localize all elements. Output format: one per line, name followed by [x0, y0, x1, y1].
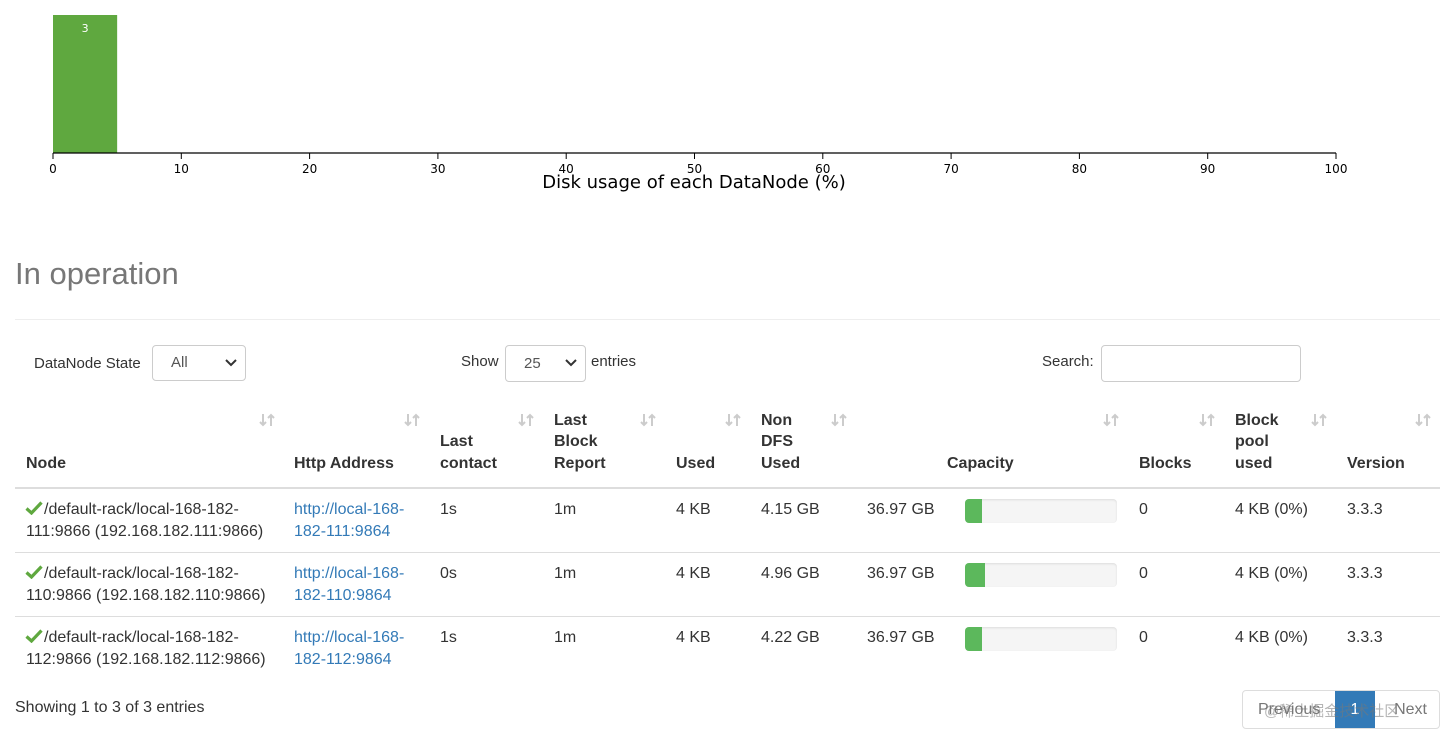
last-contact-value: 0s [440, 565, 457, 582]
histogram-bar [53, 15, 118, 153]
datanode-state-value: All [171, 354, 188, 371]
blocks-value: 0 [1139, 501, 1148, 518]
non-dfs-used-value: 4.96 GB [761, 565, 820, 582]
sort-icon[interactable] [725, 412, 741, 428]
page-length-value: 25 [524, 355, 541, 372]
entries-label: entries [591, 353, 637, 370]
sort-icon[interactable] [404, 412, 420, 428]
table-info: Showing 1 to 3 of 3 entries [15, 699, 205, 716]
sort-icon[interactable] [1311, 412, 1327, 428]
column-header-http-address[interactable]: Http Address [294, 408, 404, 480]
sort-icon[interactable] [1103, 412, 1119, 428]
column-header-non-dfs-used[interactable]: Non DFS Used [761, 408, 821, 480]
sort-icon[interactable] [259, 412, 275, 428]
histogram-bars: 3 [53, 15, 118, 153]
sort-icon[interactable] [518, 412, 534, 428]
x-axis-title: Disk usage of each DataNode (%) [542, 172, 845, 193]
capacity-progress-fill [965, 499, 982, 523]
blocks-value: 0 [1139, 629, 1148, 646]
last-block-report-value: 1m [554, 629, 577, 646]
sort-icon[interactable] [1199, 412, 1215, 428]
datanode-state-label: DataNode State [34, 355, 141, 372]
x-axis-tick-label: 20 [302, 162, 317, 176]
table-row-node: /default-rack/local-168-182- 111:9866 (1… [26, 501, 264, 540]
sort-icon[interactable] [640, 412, 656, 428]
chevron-down-icon [565, 359, 577, 367]
non-dfs-used-value: 4.15 GB [761, 501, 820, 518]
last-contact-value: 1s [440, 629, 457, 646]
capacity-progress-bar [965, 499, 1117, 523]
datanode-state-select[interactable]: All [152, 345, 246, 381]
block-pool-used-value: 4 KB (0%) [1235, 629, 1308, 646]
table-header-divider [15, 487, 1440, 489]
column-header-last-block-report[interactable]: Last Block Report [554, 408, 629, 480]
show-label: Show [461, 353, 499, 370]
histogram-bar-label: 3 [82, 22, 89, 35]
datanode-http-link[interactable]: http://local-168- 182-111:9864 [294, 499, 404, 543]
watermark: @稀土掘金技术社区 [1264, 703, 1400, 720]
column-header-blocks[interactable]: Blocks [1139, 408, 1199, 480]
search-input[interactable] [1101, 345, 1301, 382]
capacity-value: 36.97 GB [867, 565, 935, 582]
version-value: 3.3.3 [1347, 629, 1383, 646]
column-header-version[interactable]: Version [1347, 408, 1417, 480]
x-axis-tick-label: 0 [49, 162, 57, 176]
used-value: 4 KB [676, 501, 711, 518]
column-header-capacity[interactable]: Capacity [947, 408, 1047, 480]
capacity-value: 36.97 GB [867, 501, 935, 518]
x-axis-tick-label: 80 [1072, 162, 1087, 176]
last-block-report-value: 1m [554, 565, 577, 582]
last-contact-value: 1s [440, 501, 457, 518]
x-axis-tick-label: 100 [1325, 162, 1348, 176]
version-value: 3.3.3 [1347, 565, 1383, 582]
capacity-value: 36.97 GB [867, 629, 935, 646]
search-label: Search: [1042, 353, 1094, 370]
sort-icon[interactable] [831, 412, 847, 428]
capacity-progress-fill [965, 627, 982, 651]
capacity-progress-fill [965, 563, 985, 587]
block-pool-used-value: 4 KB (0%) [1235, 565, 1308, 582]
capacity-progress-bar [965, 627, 1117, 651]
capacity-progress-bar [965, 563, 1117, 587]
x-axis-tick-label: 90 [1200, 162, 1215, 176]
last-block-report-value: 1m [554, 501, 577, 518]
x-axis-tick-label: 10 [174, 162, 189, 176]
chevron-down-icon [225, 359, 237, 367]
column-header-block-pool-used[interactable]: Block pool used [1235, 408, 1295, 480]
row-divider [15, 552, 1440, 553]
used-value: 4 KB [676, 629, 711, 646]
column-header-used[interactable]: Used [676, 408, 726, 480]
blocks-value: 0 [1139, 565, 1148, 582]
used-value: 4 KB [676, 565, 711, 582]
page-length-select[interactable]: 25 [505, 345, 586, 382]
table-row-node: /default-rack/local-168-182- 110:9866 (1… [26, 565, 266, 604]
datanode-http-link[interactable]: http://local-168- 182-112:9864 [294, 627, 404, 671]
datanode-http-link[interactable]: http://local-168- 182-110:9864 [294, 563, 404, 607]
disk-usage-histogram: 3 0 10 20 30 40 50 60 70 80 90 100 Disk usage of e… [49, 15, 1348, 193]
column-header-last-contact[interactable]: Last contact [440, 408, 515, 480]
block-pool-used-value: 4 KB (0%) [1235, 501, 1308, 518]
version-value: 3.3.3 [1347, 501, 1383, 518]
row-divider [15, 616, 1440, 617]
x-axis-tick-label: 30 [430, 162, 445, 176]
non-dfs-used-value: 4.22 GB [761, 629, 820, 646]
column-header-node[interactable]: Node [26, 408, 266, 480]
x-axis-tick-label: 70 [943, 162, 958, 176]
section-divider [15, 319, 1440, 320]
section-title: In operation [15, 256, 179, 291]
table-row-node: /default-rack/local-168-182- 112:9866 (1… [26, 629, 266, 668]
sort-icon[interactable] [1415, 412, 1431, 428]
